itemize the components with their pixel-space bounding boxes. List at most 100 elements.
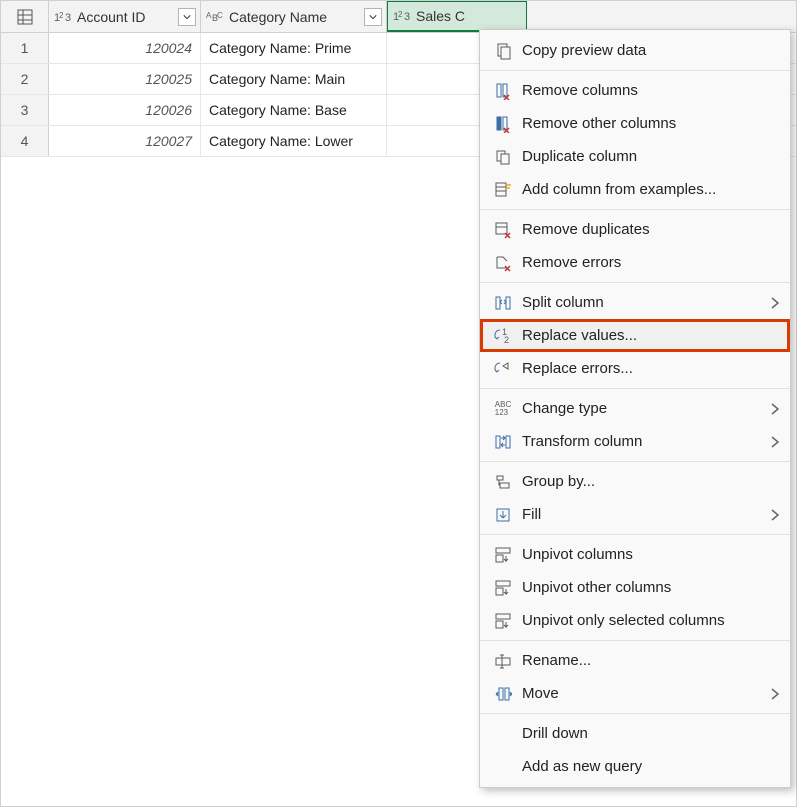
menu-group-by[interactable]: Group by... [480, 465, 790, 498]
row-number: 4 [1, 126, 49, 156]
text-type-icon: ABC [205, 10, 227, 24]
menu-remove-other-columns[interactable]: Remove other columns [480, 107, 790, 140]
change-type-icon: ABC123 [495, 401, 511, 417]
number-type-icon: 123 [392, 9, 414, 23]
cell-category[interactable]: Category Name: Prime [201, 33, 387, 63]
add-column-examples-icon [494, 181, 512, 199]
menu-separator [480, 461, 790, 462]
rename-icon [494, 652, 512, 670]
chevron-down-icon [183, 13, 191, 21]
column-header-category-name[interactable]: ABC Category Name [201, 1, 387, 32]
column-filter-dropdown[interactable] [178, 8, 196, 26]
chevron-right-icon [770, 688, 780, 700]
menu-label: Replace values... [516, 327, 780, 344]
menu-move[interactable]: Move [480, 677, 790, 710]
cell-account[interactable]: 120025 [49, 64, 201, 94]
menu-add-column-from-examples[interactable]: Add column from examples... [480, 173, 790, 206]
replace-errors-icon [494, 360, 512, 378]
menu-separator [480, 209, 790, 210]
chevron-right-icon [770, 297, 780, 309]
menu-replace-errors[interactable]: Replace errors... [480, 352, 790, 385]
cell-category[interactable]: Category Name: Main [201, 64, 387, 94]
cell-account[interactable]: 120026 [49, 95, 201, 125]
table-corner[interactable] [1, 1, 49, 32]
cell-category[interactable]: Category Name: Base [201, 95, 387, 125]
remove-other-columns-icon [494, 115, 512, 133]
menu-label: Group by... [516, 473, 780, 490]
menu-label: Transform column [516, 433, 770, 450]
cell-category[interactable]: Category Name: Lower [201, 126, 387, 156]
svg-text:3: 3 [404, 11, 410, 23]
chevron-right-icon [770, 403, 780, 415]
cell-account[interactable]: 120027 [49, 126, 201, 156]
menu-label: Unpivot columns [516, 546, 780, 563]
column-name: Sales C [414, 8, 522, 24]
menu-label: Rename... [516, 652, 780, 669]
chevron-right-icon [770, 509, 780, 521]
copy-icon [494, 42, 512, 60]
menu-label: Remove columns [516, 82, 780, 99]
menu-change-type[interactable]: ABC123 Change type [480, 392, 790, 425]
menu-copy-preview[interactable]: Copy preview data [480, 34, 790, 67]
menu-unpivot-other-columns[interactable]: Unpivot other columns [480, 571, 790, 604]
menu-remove-duplicates[interactable]: Remove duplicates [480, 213, 790, 246]
menu-label: Change type [516, 400, 770, 417]
menu-fill[interactable]: Fill [480, 498, 790, 531]
menu-remove-columns[interactable]: Remove columns [480, 74, 790, 107]
menu-duplicate-column[interactable]: Duplicate column [480, 140, 790, 173]
column-filter-dropdown[interactable] [364, 8, 382, 26]
unpivot-icon [494, 546, 512, 564]
menu-remove-errors[interactable]: Remove errors [480, 246, 790, 279]
menu-label: Move [516, 685, 770, 702]
menu-unpivot-selected-columns[interactable]: Unpivot only selected columns [480, 604, 790, 637]
menu-label: Unpivot only selected columns [516, 612, 780, 629]
unpivot-other-icon [494, 579, 512, 597]
row-number: 1 [1, 33, 49, 63]
menu-label: Replace errors... [516, 360, 780, 377]
menu-label: Add column from examples... [516, 181, 780, 198]
menu-label: Add as new query [516, 758, 780, 775]
menu-split-column[interactable]: Split column [480, 286, 790, 319]
chevron-down-icon [369, 13, 377, 21]
menu-add-as-new-query[interactable]: Add as new query [480, 750, 790, 783]
svg-text:2: 2 [59, 11, 64, 20]
chevron-right-icon [770, 436, 780, 448]
menu-drill-down[interactable]: Drill down [480, 717, 790, 750]
menu-separator [480, 534, 790, 535]
column-header-sales[interactable]: 123 Sales C [387, 1, 527, 32]
menu-label: Fill [516, 506, 770, 523]
menu-replace-values[interactable]: 12 Replace values... [480, 319, 790, 352]
move-icon [494, 685, 512, 703]
remove-errors-icon [494, 254, 512, 272]
column-context-menu: Copy preview data Remove columns Remove … [479, 29, 791, 788]
transform-icon [494, 433, 512, 451]
menu-rename[interactable]: Rename... [480, 644, 790, 677]
menu-label: Duplicate column [516, 148, 780, 165]
remove-columns-icon [494, 82, 512, 100]
remove-duplicates-icon [494, 221, 512, 239]
svg-text:C: C [217, 11, 223, 20]
table-icon [17, 9, 33, 25]
column-name: Account ID [75, 9, 174, 25]
split-column-icon [494, 294, 512, 312]
menu-unpivot-columns[interactable]: Unpivot columns [480, 538, 790, 571]
menu-label: Unpivot other columns [516, 579, 780, 596]
menu-separator [480, 282, 790, 283]
menu-label: Remove duplicates [516, 221, 780, 238]
menu-label: Copy preview data [516, 42, 780, 59]
group-by-icon [494, 473, 512, 491]
menu-transform-column[interactable]: Transform column [480, 425, 790, 458]
svg-text:2: 2 [504, 335, 509, 345]
menu-label: Drill down [516, 725, 780, 742]
column-name: Category Name [227, 9, 360, 25]
column-header-account-id[interactable]: 123 Account ID [49, 1, 201, 32]
row-number: 2 [1, 64, 49, 94]
unpivot-selected-icon [494, 612, 512, 630]
menu-label: Remove other columns [516, 115, 780, 132]
menu-label: Split column [516, 294, 770, 311]
menu-separator [480, 388, 790, 389]
menu-separator [480, 70, 790, 71]
duplicate-icon [494, 148, 512, 166]
cell-account[interactable]: 120024 [49, 33, 201, 63]
menu-separator [480, 713, 790, 714]
